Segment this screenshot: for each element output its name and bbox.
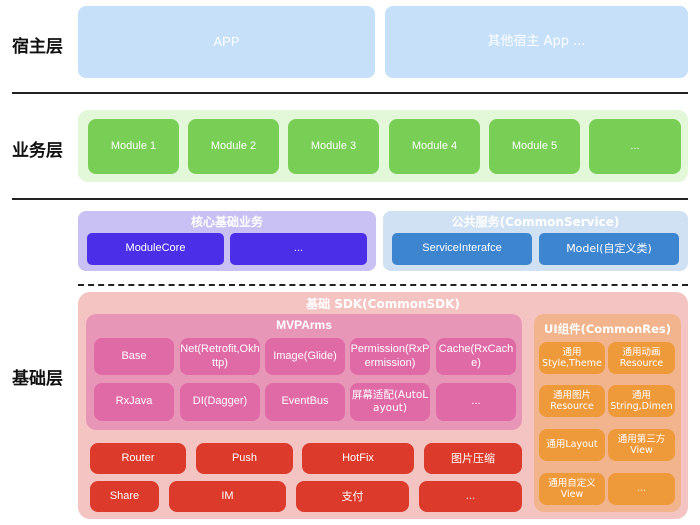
host-app-label: APP — [213, 34, 240, 50]
tool-item: IM — [169, 481, 286, 512]
mvparms-item: ... — [436, 383, 516, 421]
module-label: Module 3 — [310, 139, 357, 152]
res-item: 通用自定义 View — [539, 473, 605, 505]
module-box: Module 3 — [288, 119, 379, 174]
mvparms-item-label: EventBus — [281, 395, 329, 408]
tool-item-label: Push — [231, 451, 258, 464]
mvparms-title: MVPArms — [276, 318, 332, 332]
mvparms-item: Permission(RxPermission) — [350, 338, 430, 375]
dashed-divider — [78, 284, 688, 286]
res-item: 通用图片 Resource — [539, 385, 605, 417]
res-item-label: 通用动画 Resource — [619, 346, 664, 369]
mvparms-item: Cache(RxCache) — [436, 338, 516, 375]
mvparms-item: Net(Retrofit,Okhttp) — [180, 338, 260, 375]
core-item-label: ... — [293, 242, 304, 255]
res-item-label: ... — [636, 483, 647, 495]
res-item: 通用Layout — [539, 429, 605, 461]
mvparms-item: RxJava — [94, 383, 174, 421]
mvparms-item: 屏幕适配(AutoLayout) — [350, 383, 430, 421]
module-box: Module 4 — [389, 119, 480, 174]
res-item-label: 通用第三方 View — [617, 433, 666, 456]
res-item-label: 通用自定义 View — [548, 477, 596, 500]
res-item: ... — [608, 473, 675, 505]
module-label: Module 1 — [110, 139, 157, 152]
core-item-box: ModuleCore — [87, 233, 224, 265]
service-item-label: ServiceInterafce — [422, 242, 502, 255]
service-item-box: Model(自定义类) — [539, 233, 679, 265]
module-box: Module 1 — [88, 119, 179, 174]
core-item-label: ModuleCore — [125, 242, 186, 255]
res-item-label: 通用Layout — [546, 439, 598, 451]
base-layer-label: 基础层 — [12, 369, 63, 389]
tool-item: 图片压缩 — [424, 443, 522, 474]
module-label: ... — [630, 139, 640, 152]
mvparms-item-label: Base — [121, 349, 147, 362]
service-item-label: Model(自定义类) — [566, 242, 652, 256]
layer-divider — [12, 92, 688, 94]
mvparms-item: Base — [94, 338, 174, 375]
mvparms-item-label: ... — [471, 395, 481, 408]
module-label: Module 5 — [511, 139, 558, 152]
res-item-label: 通用 String,Dimen — [610, 389, 673, 412]
mvparms-item-label: Permission(RxPermission) — [350, 343, 430, 369]
tool-item-label: HotFix — [342, 451, 374, 464]
mvparms-item-label: Image(Glide) — [273, 349, 337, 362]
tool-item-label: ... — [465, 489, 476, 502]
res-item: 通用 Style,Theme — [539, 342, 605, 374]
other-host-app-label: 其他宿主 App ... — [487, 34, 586, 50]
module-box: Module 5 — [489, 119, 580, 174]
module-box: ... — [589, 119, 681, 174]
mvparms-item-label: RxJava — [115, 395, 153, 408]
mvparms-item-label: Cache(RxCache) — [438, 343, 514, 369]
common-service-title: 公共服务(CommonService) — [451, 215, 620, 229]
module-label: Module 4 — [411, 139, 458, 152]
tool-item: ... — [419, 481, 522, 512]
mvparms-item-label: DI(Dagger) — [192, 395, 248, 408]
tool-item: HotFix — [302, 443, 414, 474]
tool-item-label: 图片压缩 — [451, 451, 495, 465]
module-box: Module 2 — [188, 119, 279, 174]
common-res-title: UI组件(CommonRes) — [543, 322, 672, 336]
res-item: 通用第三方 View — [608, 429, 675, 461]
tool-item: 支付 — [296, 481, 409, 512]
tool-item-label: Share — [109, 489, 140, 502]
other-host-app-box: 其他宿主 App ... — [385, 6, 688, 78]
service-item-box: ServiceInterafce — [392, 233, 532, 265]
mvparms-item-label: 屏幕适配(AutoLayout) — [351, 389, 429, 414]
business-layer-label: 业务层 — [12, 141, 63, 161]
module-label: Module 2 — [210, 139, 257, 152]
mvparms-item-label: Net(Retrofit,Okhttp) — [180, 343, 260, 369]
layer-divider — [12, 198, 688, 200]
res-item: 通用 String,Dimen — [608, 385, 675, 417]
tool-item: Router — [90, 443, 186, 474]
core-business-title: 核心基础业务 — [190, 215, 263, 229]
host-app-box: APP — [78, 6, 375, 78]
res-item-label: 通用 Style,Theme — [542, 346, 602, 369]
common-sdk-title: 基础 SDK(CommonSDK) — [306, 297, 460, 311]
tool-item-label: IM — [221, 489, 234, 502]
tool-item-label: 支付 — [341, 489, 364, 503]
core-item-box: ... — [230, 233, 367, 265]
mvparms-item: EventBus — [265, 383, 345, 421]
res-item: 通用动画 Resource — [608, 342, 675, 374]
host-layer-label: 宿主层 — [12, 37, 63, 57]
mvparms-item: DI(Dagger) — [180, 383, 260, 421]
tool-item-label: Router — [121, 451, 155, 464]
tool-item: Share — [90, 481, 159, 512]
tool-item: Push — [196, 443, 293, 474]
res-item-label: 通用图片 Resource — [550, 389, 594, 412]
mvparms-item: Image(Glide) — [265, 338, 345, 375]
